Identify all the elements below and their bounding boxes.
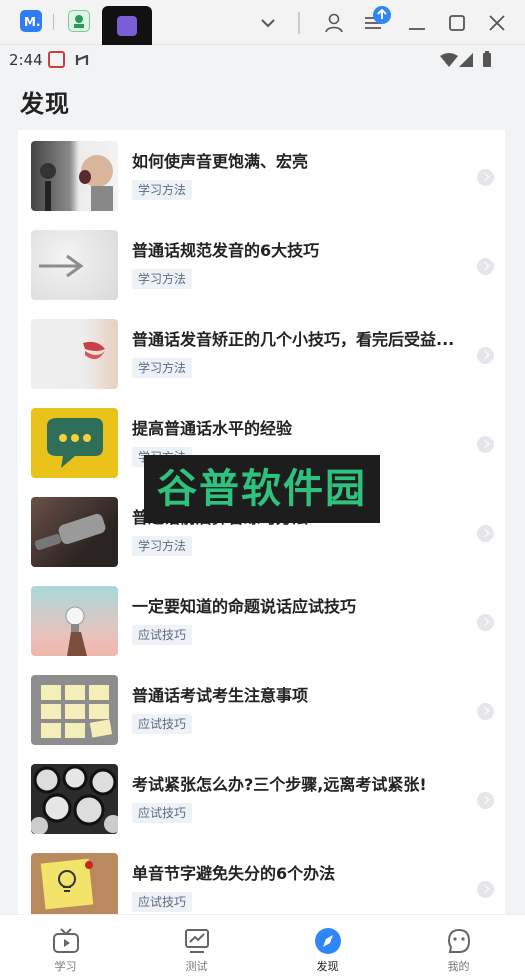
article-thumbnail [31, 764, 118, 834]
article-tag: 学习方法 [132, 358, 193, 378]
window-titlebar: M. [0, 0, 525, 45]
article-tag: 应试技巧 [132, 714, 193, 734]
article-thumbnail [31, 675, 118, 745]
nav-tab-study[interactable]: 学习 [0, 915, 131, 979]
article-thumbnail [31, 586, 118, 656]
nav-label: 学习 [54, 960, 77, 973]
bottom-nav: 学习 测试 发现 我的 [0, 914, 525, 979]
nav-label: 发现 [316, 960, 339, 973]
battery-icon [483, 51, 491, 67]
article-list: 如何使声音更饱满、宏亮 学习方法 普通话规范发音的6大技巧 学习方法 普通话发音… [18, 130, 505, 920]
chevron-right-icon [477, 525, 494, 542]
app-tab-icon[interactable] [68, 10, 90, 32]
active-app-icon [117, 16, 137, 36]
article-title: 一定要知道的命题说话应试技巧 [132, 597, 357, 616]
article-row[interactable]: 普通话规范发音的6大技巧 学习方法 [18, 219, 505, 307]
status-time: 2:44 [9, 51, 43, 69]
sync-icon [75, 54, 89, 65]
maximize-icon[interactable] [446, 12, 468, 34]
chevron-right-icon [477, 703, 494, 720]
chevron-right-icon [477, 436, 494, 453]
article-row[interactable]: 普通话考试考生注意事项 应试技巧 [18, 664, 505, 752]
status-bar: 2:44 [0, 45, 525, 75]
article-tag: 应试技巧 [132, 625, 193, 645]
article-tag: 学习方法 [132, 536, 193, 556]
article-thumbnail [31, 853, 118, 920]
wifi-icon [440, 53, 458, 67]
minimize-icon[interactable] [406, 12, 428, 34]
compass-icon [314, 928, 341, 954]
article-row[interactable]: 普通话发音矫正的几个小技巧，看完后受益... 学习方法 [18, 308, 505, 396]
article-row[interactable]: 考试紧张怎么办?三个步骤,远离考试紧张! 应试技巧 [18, 753, 505, 841]
user-icon[interactable] [323, 12, 345, 34]
article-title: 单音节字避免失分的6个办法 [132, 864, 336, 883]
chevron-right-icon [477, 881, 494, 898]
app-logo-icon[interactable]: M. [20, 10, 42, 32]
article-row[interactable]: 单音节字避免失分的6个办法 应试技巧 [18, 842, 505, 920]
signal-icon [459, 53, 473, 67]
chevron-right-icon [477, 347, 494, 364]
article-tag: 应试技巧 [132, 803, 193, 823]
chevron-right-icon [477, 792, 494, 809]
article-title: 普通话考试考生注意事项 [132, 686, 309, 705]
watermark-logo: 谷普软件园 [144, 455, 380, 523]
chevron-down-icon[interactable] [257, 12, 279, 34]
article-thumbnail [31, 497, 118, 567]
nav-label: 测试 [185, 960, 208, 973]
app-root: M. 2:44 发现 如何使声音更饱满、宏亮 学习方法 普通话规范发音的6大技巧… [0, 0, 525, 979]
article-row[interactable]: 一定要知道的命题说话应试技巧 应试技巧 [18, 575, 505, 663]
nav-tab-test[interactable]: 测试 [131, 915, 262, 979]
article-thumbnail [31, 230, 118, 300]
article-title: 普通话发音矫正的几个小技巧，看完后受益... [132, 330, 455, 349]
article-tag: 学习方法 [132, 180, 193, 200]
active-app-tab[interactable] [102, 6, 152, 45]
article-thumbnail [31, 408, 118, 478]
page-title: 发现 [20, 90, 70, 118]
chevron-right-icon [477, 169, 494, 186]
nav-label: 我的 [447, 960, 470, 973]
smile-face-icon [447, 928, 470, 953]
article-title: 普通话规范发音的6大技巧 [132, 241, 320, 260]
chart-board-icon [184, 929, 209, 953]
chevron-right-icon [477, 258, 494, 275]
close-icon[interactable] [486, 12, 508, 34]
chevron-right-icon [477, 614, 494, 631]
nav-tab-discover[interactable]: 发现 [262, 915, 393, 979]
article-title: 提高普通话水平的经验 [132, 419, 293, 438]
article-title: 如何使声音更饱满、宏亮 [132, 152, 309, 171]
article-tag: 学习方法 [132, 269, 193, 289]
nav-tab-mine[interactable]: 我的 [393, 915, 524, 979]
article-thumbnail [31, 319, 118, 389]
tv-play-icon [52, 928, 79, 953]
divider [298, 12, 300, 34]
article-thumbnail [31, 141, 118, 211]
upload-badge-icon[interactable] [373, 6, 391, 24]
svg-text:M.: M. [24, 15, 41, 29]
article-row[interactable]: 如何使声音更饱满、宏亮 学习方法 [18, 130, 505, 218]
notification-app-icon [48, 51, 65, 68]
divider [53, 14, 54, 30]
article-tag: 应试技巧 [132, 892, 193, 912]
article-title: 考试紧张怎么办?三个步骤,远离考试紧张! [132, 775, 427, 794]
